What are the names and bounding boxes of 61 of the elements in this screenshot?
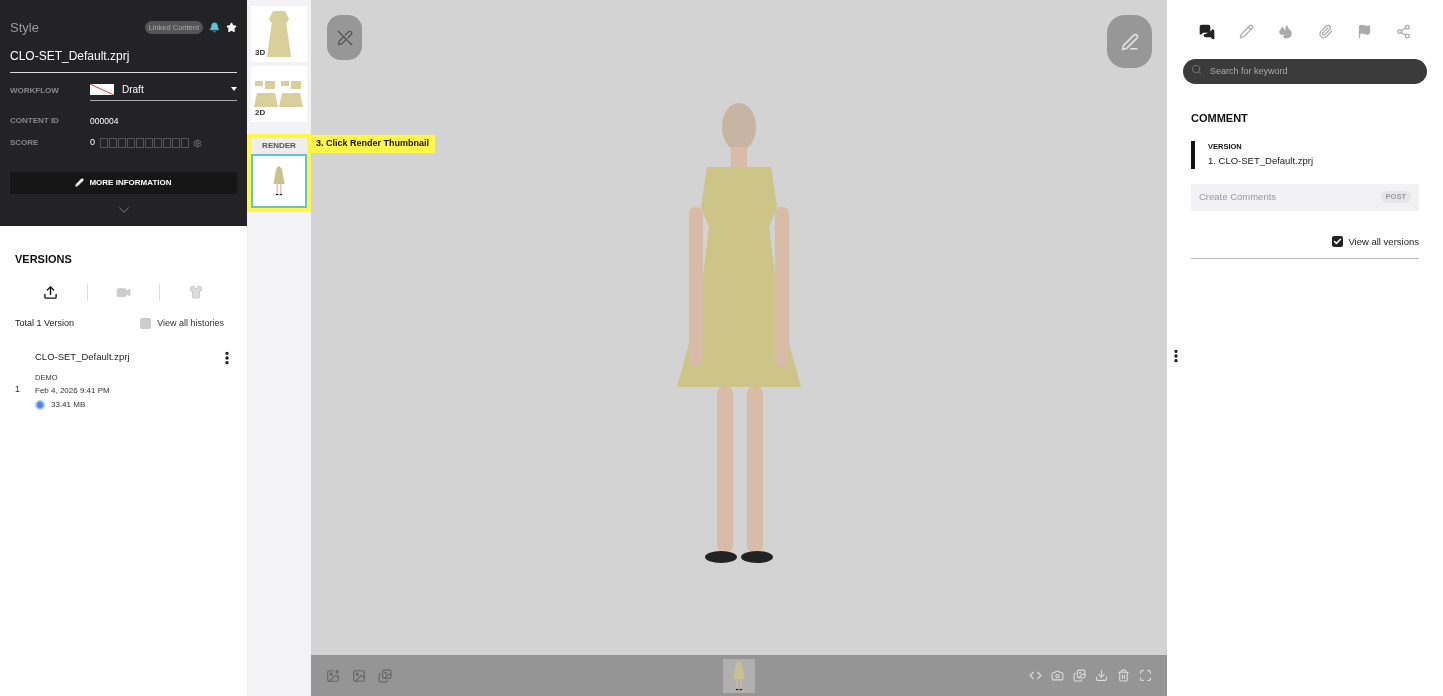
images-icon[interactable] <box>378 668 392 683</box>
version-value: 1. CLO-SET_Default.zprj <box>1208 154 1314 169</box>
bell-icon[interactable] <box>209 22 220 34</box>
section-title: Style <box>10 19 39 37</box>
pencil-icon[interactable] <box>1239 24 1255 39</box>
pen-off-icon <box>336 29 353 46</box>
add-markup-button[interactable] <box>1107 15 1152 68</box>
pen-line-icon <box>1120 32 1139 51</box>
thumbnail-label: 3D <box>255 47 266 59</box>
file-name: CLO-SET_Default.zprj <box>10 46 237 73</box>
render-thumbnail[interactable] <box>251 154 307 208</box>
field-label: WORKFLOW <box>10 85 60 97</box>
render-preview-thumbnail[interactable] <box>723 658 755 693</box>
delete-icon[interactable] <box>1117 669 1130 682</box>
shirt-icon[interactable] <box>189 285 204 299</box>
version-date: Feb 4, 2026 9:41 PM <box>35 384 110 397</box>
pattern-pieces-icon <box>253 79 305 109</box>
more-information-button[interactable]: MORE INFORMATION <box>10 171 237 194</box>
comments-icon[interactable] <box>1199 24 1215 40</box>
version-number: 1 <box>15 382 21 396</box>
image-settings-icon[interactable] <box>326 668 340 683</box>
tutorial-callout: 3. Click Render Thumbnail <box>310 135 436 153</box>
caret-icon <box>231 87 237 91</box>
upload-icon[interactable] <box>43 284 59 300</box>
thumbnail-label: RENDER <box>251 138 307 154</box>
search-field[interactable]: Search for keyword <box>1183 58 1427 84</box>
content-id: 000004 <box>90 114 119 128</box>
checkbox-label: View all histories <box>157 316 224 330</box>
score-value: 0 <box>90 136 95 150</box>
download-icon[interactable] <box>1095 669 1108 682</box>
flag-icon[interactable] <box>1356 24 1372 39</box>
star-icon[interactable] <box>226 22 237 34</box>
camera-icon[interactable] <box>1051 669 1064 682</box>
settings-icon[interactable] <box>193 138 202 148</box>
score-rating[interactable] <box>100 138 189 148</box>
fullscreen-icon[interactable] <box>1139 669 1152 682</box>
app-logo-icon <box>35 399 45 410</box>
hide-markup-button[interactable] <box>327 15 362 60</box>
workflow-dropdown[interactable]: Draft <box>90 81 237 101</box>
image-icon[interactable] <box>352 668 366 683</box>
versions-checkbox[interactable] <box>1332 236 1344 248</box>
field-label: CONTENT ID <box>10 114 60 127</box>
version-file-name: CLO-SET_Default.zprj <box>35 350 130 364</box>
paperclip-icon[interactable] <box>1317 24 1333 39</box>
droplets-icon[interactable] <box>1278 24 1294 39</box>
draft-swatch-icon <box>90 83 114 95</box>
checkbox-label: View all versions <box>1348 234 1419 249</box>
version-total: Total 1 Version <box>15 316 75 330</box>
version-size: 33.41 MB <box>51 398 86 411</box>
versions-title: VERSIONS <box>15 252 73 267</box>
pencil-icon <box>75 178 85 188</box>
search-icon <box>1191 64 1202 75</box>
thumbnail-label: 2D <box>255 107 266 119</box>
field-label: SCORE <box>10 137 40 149</box>
histories-checkbox[interactable] <box>140 317 152 329</box>
comment-title: COMMENT <box>1191 110 1249 126</box>
share-icon[interactable] <box>1395 24 1411 39</box>
view-thumbnail[interactable]: 2D <box>251 66 307 122</box>
code-icon[interactable] <box>1029 669 1042 682</box>
gallery-icon[interactable] <box>1073 669 1086 682</box>
view-thumbnail[interactable]: 3D <box>251 6 307 62</box>
